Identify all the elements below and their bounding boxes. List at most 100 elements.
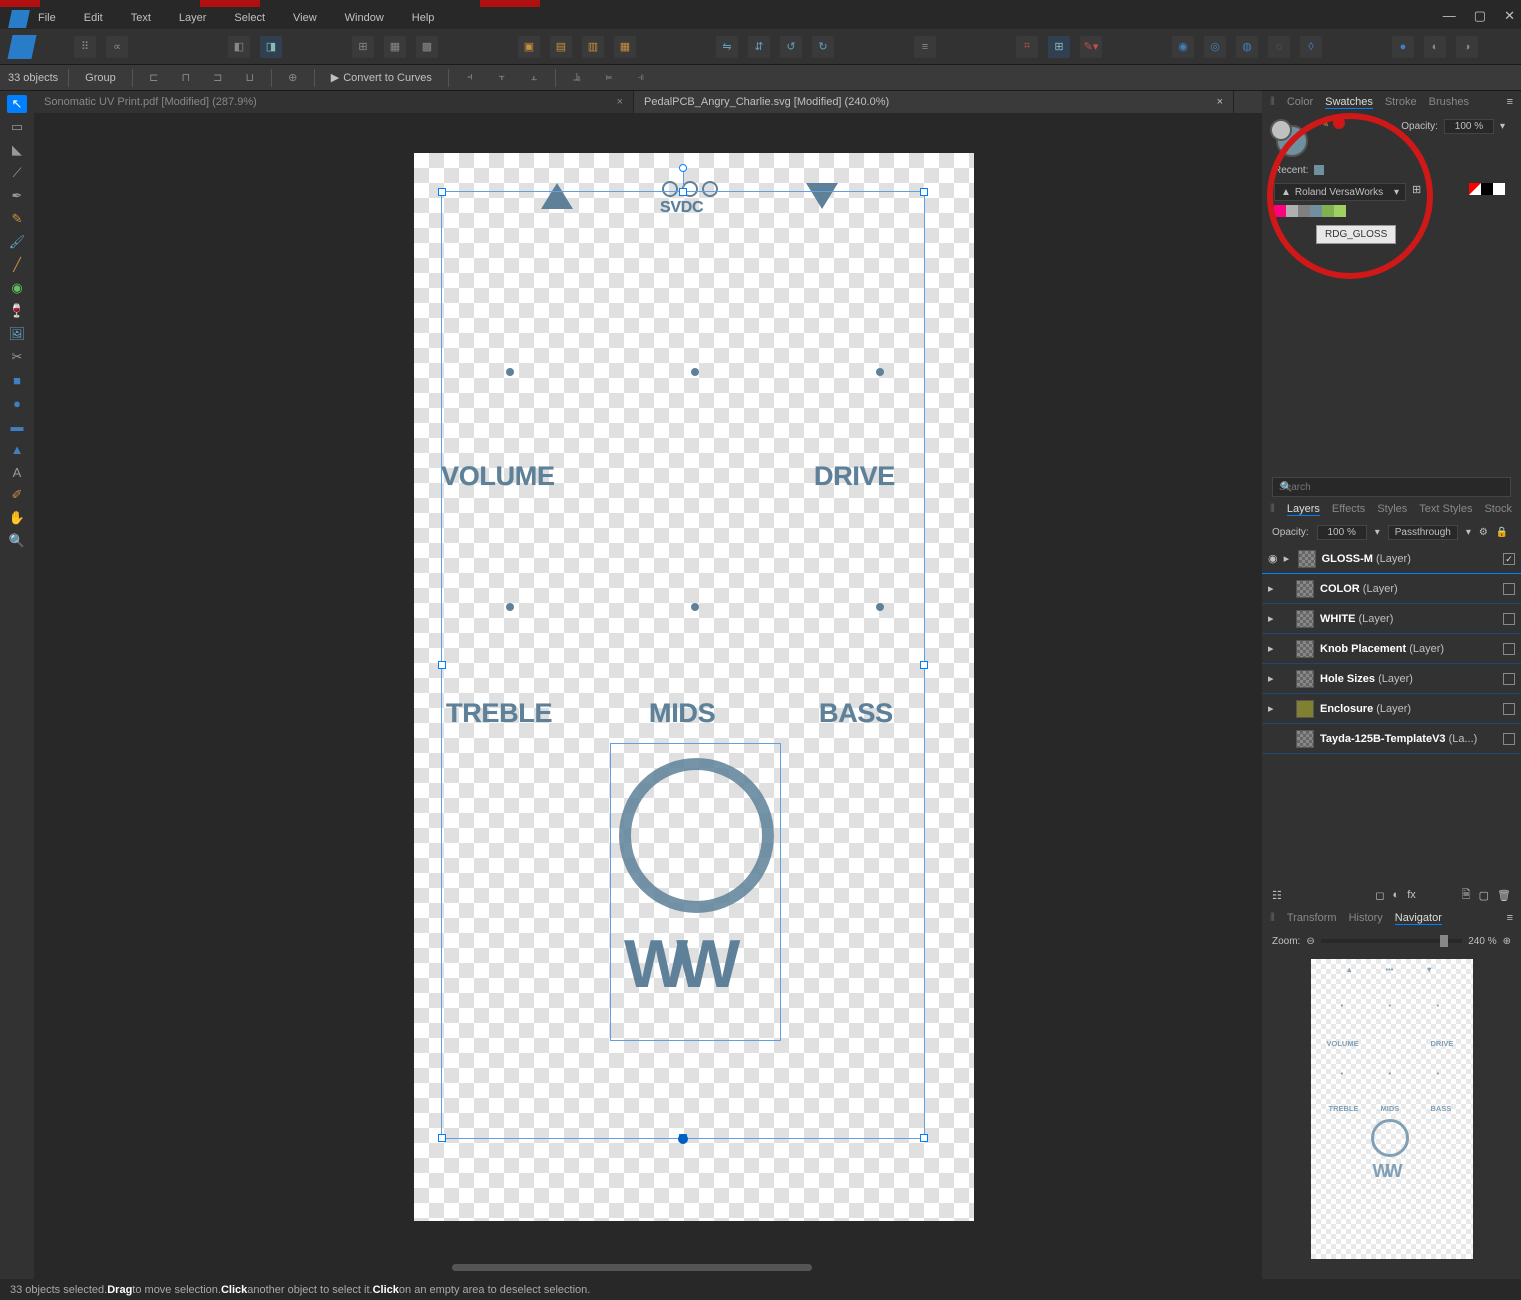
swatch[interactable] bbox=[1274, 205, 1286, 217]
tab-history[interactable]: History bbox=[1349, 912, 1383, 924]
artboard-tool[interactable]: ▭ bbox=[7, 118, 27, 136]
palette-selector[interactable]: ▲ Roland VersaWorks ▾ bbox=[1274, 183, 1406, 201]
pencil-tool[interactable]: ✎ bbox=[7, 210, 27, 228]
preview-a-icon[interactable]: ◧ bbox=[228, 36, 250, 58]
arrange-back-icon[interactable]: ▣ bbox=[518, 36, 540, 58]
fx-icon[interactable]: fx bbox=[1407, 889, 1416, 901]
grid-icon[interactable]: ⠿ bbox=[74, 36, 96, 58]
menu-window[interactable]: Window bbox=[345, 12, 384, 24]
tab-layers[interactable]: Layers bbox=[1287, 503, 1320, 516]
snap-toggle-icon[interactable]: ⌗ bbox=[1016, 36, 1038, 58]
rotate-cw-icon[interactable]: ↻ bbox=[812, 36, 834, 58]
resize-handle[interactable] bbox=[679, 188, 687, 196]
lock-icon[interactable]: 🔒 bbox=[1496, 527, 1508, 538]
snap-guides-icon[interactable]: ▩ bbox=[416, 36, 438, 58]
transparency-tool[interactable]: 🍷 bbox=[7, 302, 27, 320]
vector-brush-tool[interactable]: ╱ bbox=[7, 256, 27, 274]
doc-tab-sonomatic[interactable]: Sonomatic UV Print.pdf [Modified] (287.9… bbox=[34, 91, 634, 113]
menu-layer[interactable]: Layer bbox=[179, 12, 207, 24]
layer-checkbox[interactable] bbox=[1503, 613, 1515, 625]
resize-handle[interactable] bbox=[920, 188, 928, 196]
horizontal-scrollbar[interactable] bbox=[74, 1262, 1248, 1273]
fill-tool[interactable]: ◉ bbox=[7, 279, 27, 297]
valign-b-icon[interactable]: ⫣ bbox=[630, 67, 652, 89]
snap-marquee-icon[interactable]: ⊞ bbox=[352, 36, 374, 58]
scroll-thumb[interactable] bbox=[452, 1264, 812, 1271]
rounded-rect-tool[interactable]: ▬ bbox=[7, 417, 27, 435]
tab-text-styles[interactable]: Text Styles bbox=[1419, 503, 1472, 515]
swatch[interactable] bbox=[1286, 205, 1298, 217]
eyedropper-icon[interactable]: ✎ bbox=[1320, 117, 1329, 130]
text-tool[interactable]: A bbox=[7, 463, 27, 481]
layer-checkbox[interactable] bbox=[1503, 643, 1515, 655]
black-swatch[interactable] bbox=[1481, 183, 1493, 195]
blend-mode[interactable]: Passthrough bbox=[1388, 525, 1458, 540]
crop-tool[interactable]: ✂ bbox=[7, 348, 27, 366]
recent-dot[interactable] bbox=[1333, 117, 1345, 129]
zoom-tool[interactable]: 🔍 bbox=[7, 532, 27, 550]
maximize-button[interactable]: ▢ bbox=[1474, 8, 1486, 24]
place-tool[interactable]: 🖼 bbox=[7, 325, 27, 343]
flip-v-icon[interactable]: ⇵ bbox=[748, 36, 770, 58]
mask-icon[interactable]: ◻ bbox=[1375, 889, 1384, 902]
close-button[interactable]: ✕ bbox=[1504, 8, 1515, 24]
zoom-value[interactable]: 240 % bbox=[1468, 936, 1496, 947]
layer-opacity-value[interactable]: 100 % bbox=[1317, 525, 1367, 540]
doc-tab-angry-charlie[interactable]: PedalPCB_Angry_Charlie.svg [Modified] (2… bbox=[634, 91, 1234, 113]
zoom-in-icon[interactable]: ⊕ bbox=[1503, 936, 1511, 947]
layer-checkbox[interactable] bbox=[1503, 553, 1515, 565]
snap-bounds-icon[interactable]: ▦ bbox=[384, 36, 406, 58]
arrange-backward-icon[interactable]: ▤ bbox=[550, 36, 572, 58]
close-tab-icon[interactable]: × bbox=[617, 96, 623, 108]
close-tab-icon[interactable]: × bbox=[1217, 96, 1223, 108]
dropdown-icon[interactable]: ▾ bbox=[1500, 121, 1505, 132]
move-tool[interactable]: ↖ bbox=[7, 95, 27, 113]
bool-intersect-icon[interactable]: ◍ bbox=[1236, 36, 1258, 58]
tab-stock[interactable]: Stock bbox=[1484, 503, 1512, 515]
insert-inside-icon[interactable]: ◐ bbox=[1424, 36, 1446, 58]
layer-checkbox[interactable] bbox=[1503, 733, 1515, 745]
recent-swatch[interactable] bbox=[1314, 165, 1324, 175]
align-r-icon[interactable]: ⊐ bbox=[207, 67, 229, 89]
layer-checkbox[interactable] bbox=[1503, 703, 1515, 715]
menu-text[interactable]: Text bbox=[131, 12, 151, 24]
hand-tool[interactable]: ✋ bbox=[7, 509, 27, 527]
eyedropper-tool[interactable]: ✐ bbox=[7, 486, 27, 504]
halign-c-icon[interactable]: ⫟ bbox=[491, 67, 513, 89]
panel-menu-icon[interactable]: ≡ bbox=[1507, 96, 1513, 108]
tab-effects[interactable]: Effects bbox=[1332, 503, 1365, 515]
menu-file[interactable]: File bbox=[38, 12, 56, 24]
center-handle[interactable] bbox=[678, 1134, 688, 1144]
link-icon[interactable]: ∝ bbox=[106, 36, 128, 58]
white-swatch[interactable] bbox=[1493, 183, 1505, 195]
pen-tool[interactable]: ✒ bbox=[7, 187, 27, 205]
tab-brushes[interactable]: Brushes bbox=[1429, 96, 1469, 108]
menu-select[interactable]: Select bbox=[234, 12, 265, 24]
valign-t-icon[interactable]: ⫡ bbox=[566, 67, 588, 89]
layer-row-hole[interactable]: ▸ Hole Sizes (Layer) bbox=[1262, 664, 1521, 694]
rotation-handle[interactable] bbox=[679, 164, 687, 172]
resize-handle[interactable] bbox=[438, 661, 446, 669]
bool-xor-icon[interactable]: ◌ bbox=[1268, 36, 1290, 58]
menu-help[interactable]: Help bbox=[412, 12, 435, 24]
swatch[interactable] bbox=[1310, 205, 1322, 217]
convert-curves-button[interactable]: ▶ Convert to Curves bbox=[325, 69, 438, 86]
opacity-value[interactable]: 100 % bbox=[1444, 119, 1494, 134]
tab-color[interactable]: Color bbox=[1287, 96, 1313, 108]
arrange-forward-icon[interactable]: ▥ bbox=[582, 36, 604, 58]
swatch[interactable] bbox=[1334, 205, 1346, 217]
delete-layer-icon[interactable]: 🗑 bbox=[1497, 889, 1511, 902]
layers-stack-icon[interactable]: ☷ bbox=[1272, 889, 1282, 902]
bool-divide-icon[interactable]: ◊ bbox=[1300, 36, 1322, 58]
snap-options-icon[interactable]: ✎▾ bbox=[1080, 36, 1102, 58]
preview-b-icon[interactable]: ◨ bbox=[260, 36, 282, 58]
add-layer-icon[interactable]: 🗎 bbox=[1462, 886, 1471, 905]
insert-behind-icon[interactable]: ● bbox=[1392, 36, 1414, 58]
tab-styles[interactable]: Styles bbox=[1377, 503, 1407, 515]
insert-top-icon[interactable]: ◑ bbox=[1456, 36, 1478, 58]
align-t-icon[interactable]: ⊔ bbox=[239, 67, 261, 89]
layer-row-gloss-m[interactable]: ◉ ▸ GLOSS-M (Layer) bbox=[1262, 544, 1521, 574]
menu-view[interactable]: View bbox=[293, 12, 317, 24]
palette-view-icon[interactable]: ⊞ bbox=[1412, 183, 1421, 196]
resize-handle[interactable] bbox=[438, 1134, 446, 1142]
